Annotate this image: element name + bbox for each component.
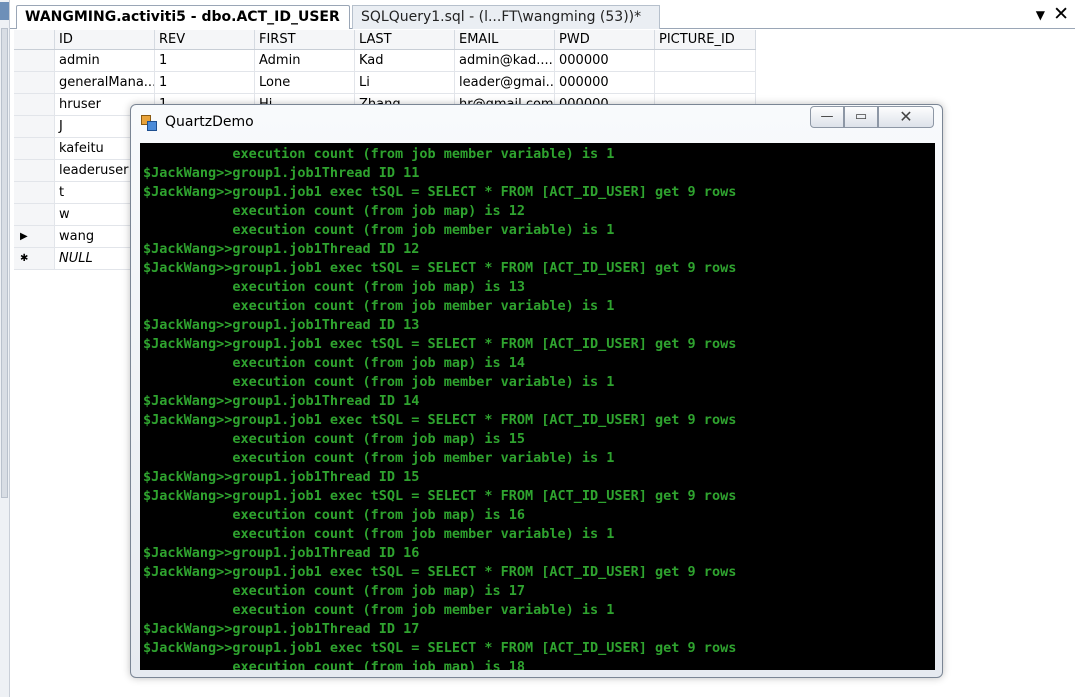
console-line: execution count (from job map) is 16	[143, 507, 526, 523]
row-selector[interactable]	[14, 94, 55, 115]
console-line: $JackWang>>group1.job1 exec tSQL = SELEC…	[143, 184, 737, 200]
vertical-scrollbar[interactable]	[1, 28, 8, 498]
console-line: execution count (from job map) is 13	[143, 279, 526, 295]
column-header-first[interactable]: FIRST	[255, 30, 355, 49]
console-line: execution count (from job map) is 15	[143, 431, 526, 447]
cell-picture-id[interactable]	[655, 72, 756, 93]
console-line: $JackWang>>group1.job1Thread ID 16	[143, 545, 420, 561]
cell-last[interactable]: Kad	[355, 50, 455, 71]
row-selector[interactable]	[14, 204, 55, 225]
console-line: execution count (from job member variabl…	[143, 374, 615, 390]
cell-last[interactable]: Li	[355, 72, 455, 93]
console-line: $JackWang>>group1.job1 exec tSQL = SELEC…	[143, 336, 737, 352]
console-line: execution count (from job member variabl…	[143, 526, 615, 542]
console-line: $JackWang>>group1.job1Thread ID 17	[143, 621, 420, 637]
window-title: QuartzDemo	[165, 114, 254, 130]
console-line: $JackWang>>group1.job1 exec tSQL = SELEC…	[143, 564, 737, 580]
quartzdemo-window: QuartzDemo — ▭ ✕ execution count (from j…	[130, 104, 943, 678]
tab-sqlquery1[interactable]: SQLQuery1.sql - (l...FT\wangming (53))*	[352, 5, 660, 29]
row-selector[interactable]: ▶	[14, 226, 55, 247]
maximize-button[interactable]: ▭	[844, 106, 878, 128]
table-row[interactable]: admin 1 Admin Kad admin@kad.... 000000	[14, 50, 756, 72]
row-selector[interactable]: ✱	[14, 248, 55, 269]
cell-first[interactable]: Admin	[255, 50, 355, 71]
console-line: $JackWang>>group1.job1Thread ID 15	[143, 469, 420, 485]
column-header-email[interactable]: EMAIL	[455, 30, 555, 49]
cell-first[interactable]: Lone	[255, 72, 355, 93]
row-selector[interactable]	[14, 160, 55, 181]
console-line: $JackWang>>group1.job1 exec tSQL = SELEC…	[143, 488, 737, 504]
column-header-picture-id[interactable]: PICTURE_ID	[655, 30, 756, 49]
app-icon	[141, 115, 157, 131]
chevron-down-icon[interactable]: ▼	[1036, 8, 1045, 22]
cell-email[interactable]: admin@kad....	[455, 50, 555, 71]
console-line: $JackWang>>group1.job1 exec tSQL = SELEC…	[143, 412, 737, 428]
console-line: execution count (from job map) is 12	[143, 203, 526, 219]
column-header-rev[interactable]: REV	[155, 30, 255, 49]
console-line: execution count (from job member variabl…	[143, 450, 615, 466]
panel-tab-marker[interactable]	[0, 2, 9, 20]
console-line: $JackWang>>group1.job1 exec tSQL = SELEC…	[143, 640, 737, 656]
column-header-id[interactable]: ID	[55, 30, 155, 49]
console-line: execution count (from job member variabl…	[143, 602, 615, 618]
column-header-pwd[interactable]: PWD	[555, 30, 655, 49]
console-line: $JackWang>>group1.job1Thread ID 12	[143, 241, 420, 257]
row-selector-header[interactable]	[14, 30, 55, 49]
console-line: $JackWang>>group1.job1 exec tSQL = SELEC…	[143, 260, 737, 276]
window-controls: — ▭ ✕	[810, 106, 934, 128]
cell-id[interactable]: generalMana...	[55, 72, 155, 93]
cell-rev[interactable]: 1	[155, 50, 255, 71]
left-panel-strip	[0, 0, 10, 697]
cell-email[interactable]: leader@gmai...	[455, 72, 555, 93]
cell-pwd[interactable]: 000000	[555, 50, 655, 71]
console-line: $JackWang>>group1.job1Thread ID 11	[143, 165, 420, 181]
row-selector[interactable]	[14, 72, 55, 93]
console-output[interactable]: execution count (from job member variabl…	[140, 143, 935, 670]
cell-id[interactable]: admin	[55, 50, 155, 71]
cell-pwd[interactable]: 000000	[555, 72, 655, 93]
row-selector[interactable]	[14, 138, 55, 159]
column-header-last[interactable]: LAST	[355, 30, 455, 49]
close-button[interactable]: ✕	[878, 106, 934, 128]
window-title-bar[interactable]: QuartzDemo — ▭ ✕	[131, 105, 942, 141]
row-selector[interactable]	[14, 182, 55, 203]
console-line: execution count (from job member variabl…	[143, 146, 615, 162]
row-selector[interactable]	[14, 50, 55, 71]
tab-act-id-user[interactable]: WANGMING.activiti5 - dbo.ACT_ID_USER	[16, 5, 350, 29]
row-selector[interactable]	[14, 116, 55, 137]
table-row[interactable]: generalMana... 1 Lone Li leader@gmai... 00000…	[14, 72, 756, 94]
cell-rev[interactable]: 1	[155, 72, 255, 93]
cell-picture-id[interactable]	[655, 50, 756, 71]
console-line: execution count (from job member variabl…	[143, 222, 615, 238]
console-line: execution count (from job map) is 14	[143, 355, 526, 371]
close-icon[interactable]: ✕	[1053, 3, 1069, 25]
console-line: execution count (from job map) is 17	[143, 583, 526, 599]
grid-header-row: ID REV FIRST LAST EMAIL PWD PICTURE_ID	[14, 30, 756, 50]
document-tab-bar: WANGMING.activiti5 - dbo.ACT_ID_USER SQL…	[10, 0, 1075, 29]
minimize-button[interactable]: —	[810, 106, 844, 128]
console-line: execution count (from job map) is 18	[143, 659, 526, 670]
console-line: execution count (from job member variabl…	[143, 298, 615, 314]
console-line: $JackWang>>group1.job1Thread ID 13	[143, 317, 420, 333]
console-line: $JackWang>>group1.job1Thread ID 14	[143, 393, 420, 409]
